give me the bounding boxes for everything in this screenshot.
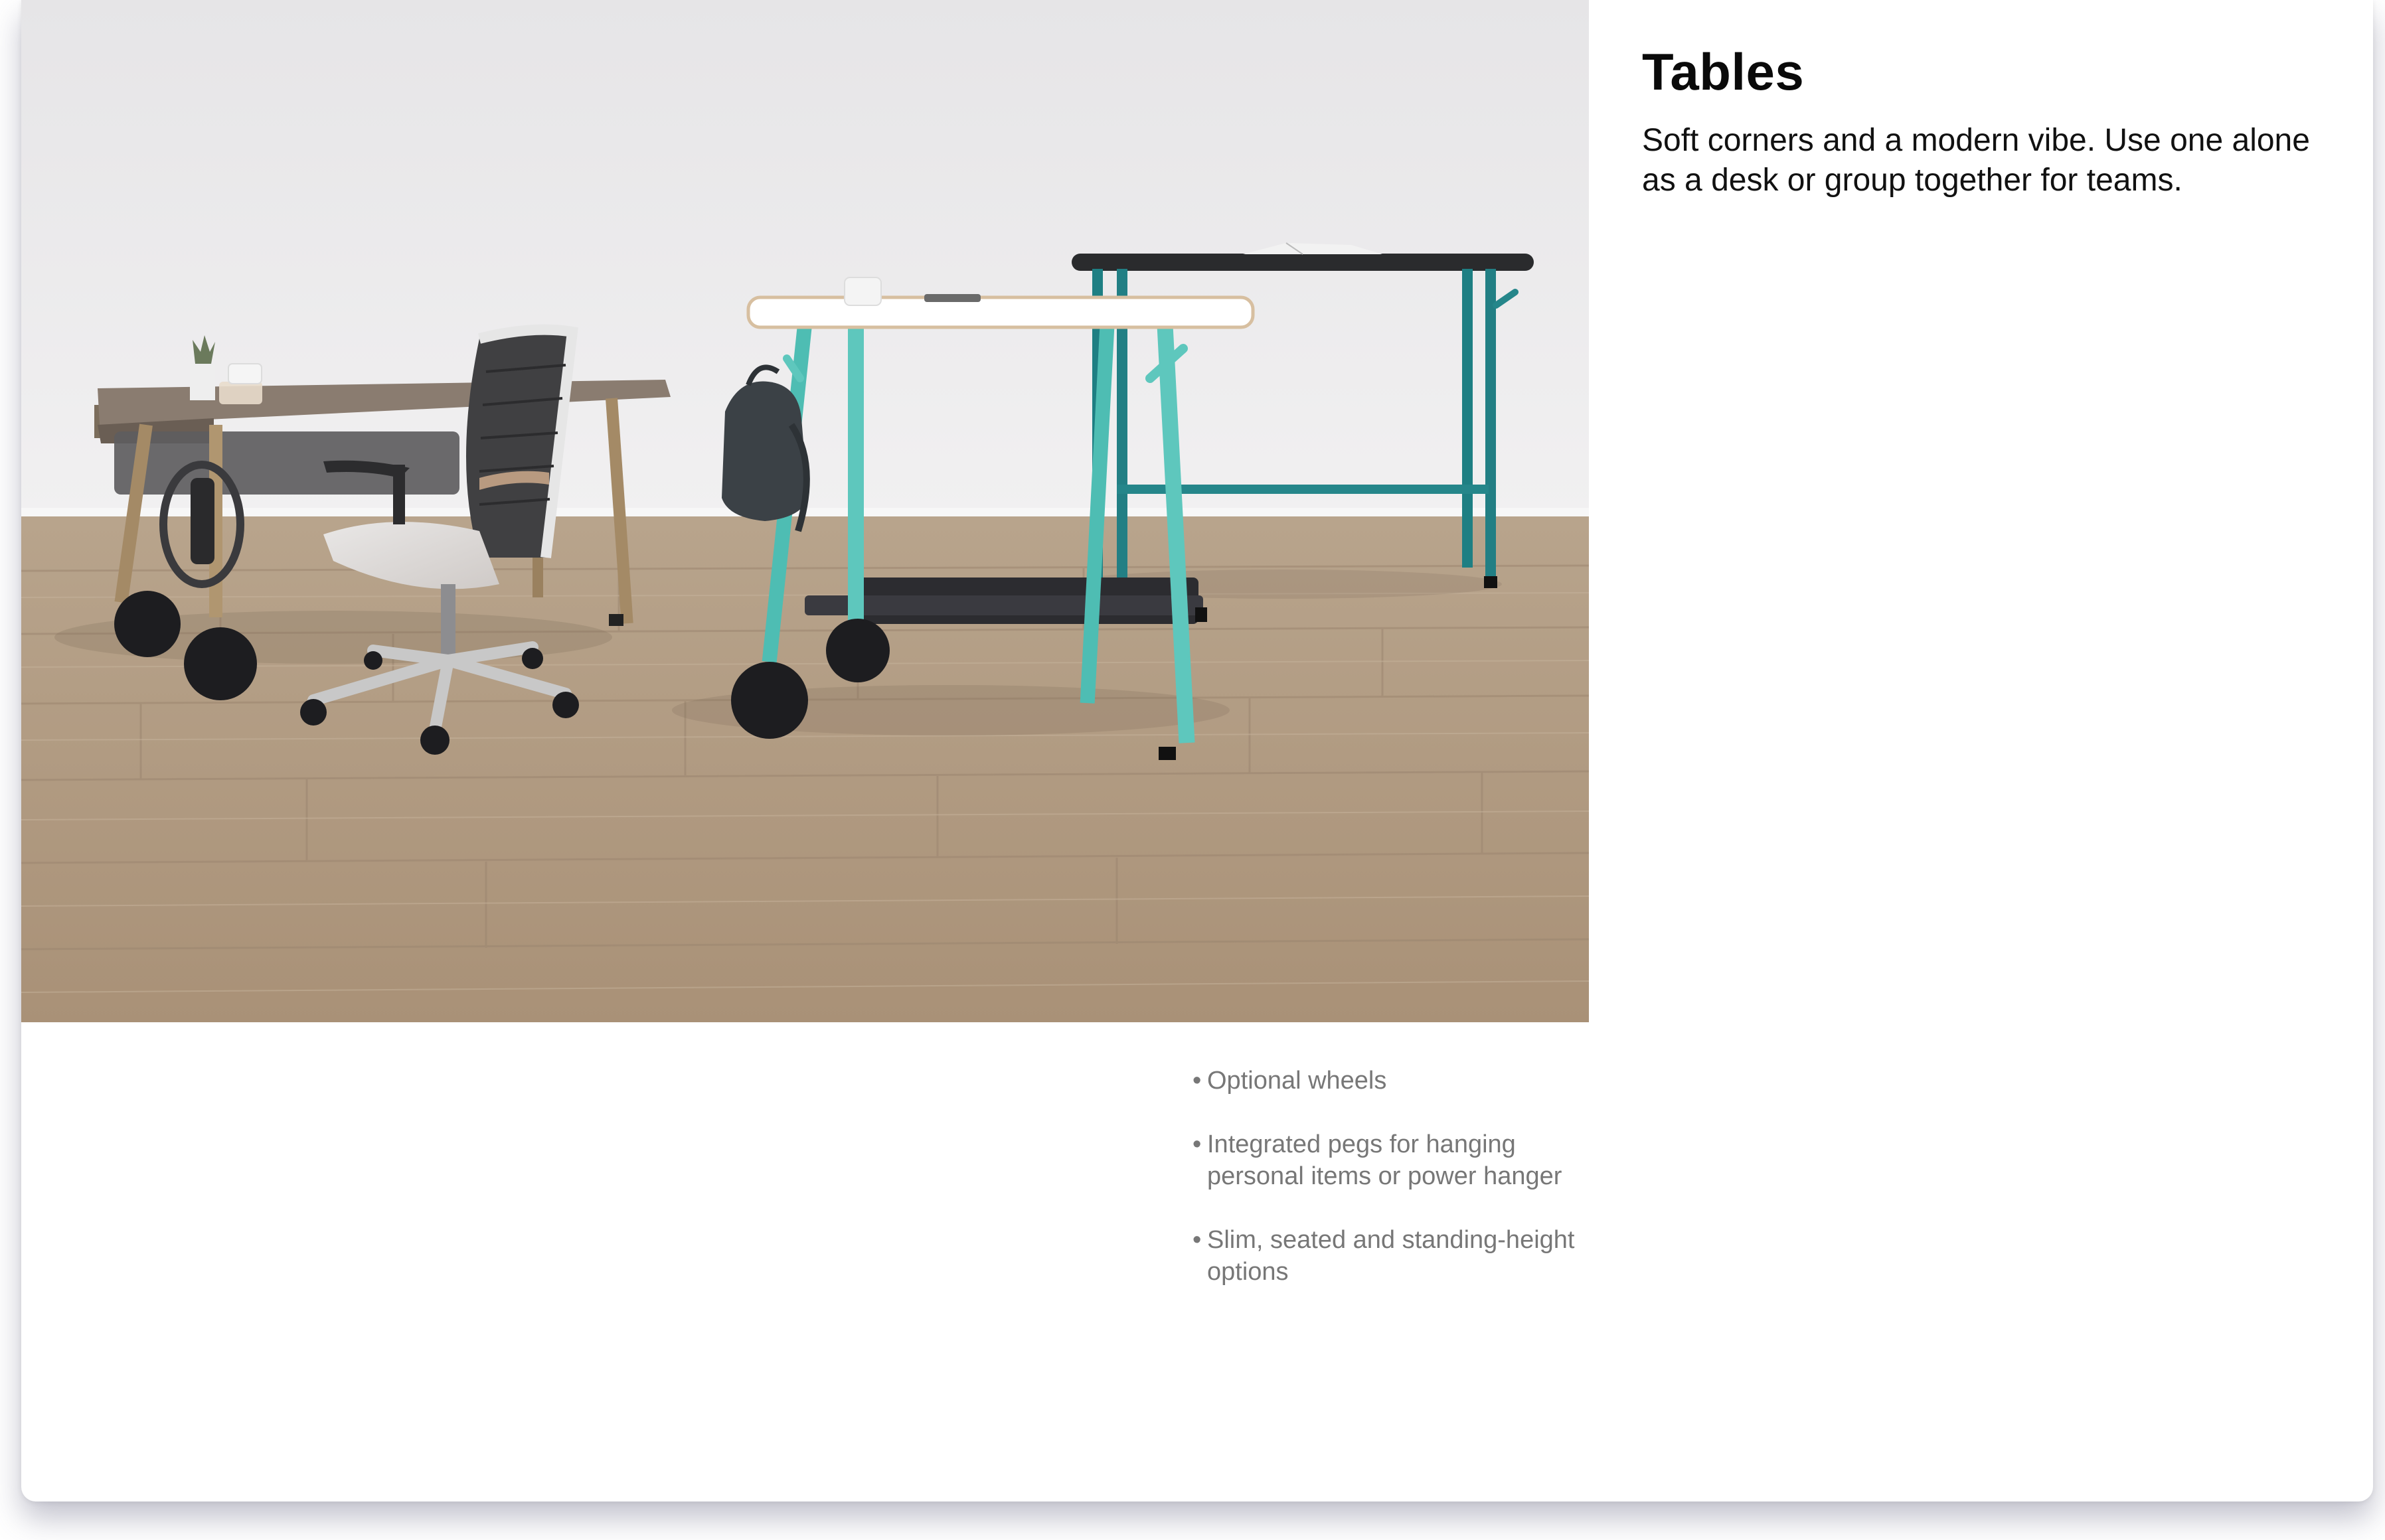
feature-item-wheels: Optional wheels — [1192, 1065, 1591, 1097]
feature-item-pegs: Integrated pegs for hanging personal ite… — [1192, 1128, 1591, 1192]
product-photo — [21, 0, 1589, 1022]
feature-list: Optional wheels Integrated pegs for hang… — [1192, 1065, 1591, 1320]
page-title: Tables — [1642, 42, 1805, 101]
page-subtitle: Soft corners and a modern vibe. Use one … — [1642, 123, 2310, 198]
text-panel: Tables Soft corners and a modern vibe. U… — [1642, 40, 2333, 200]
feature-item-heights: Slim, seated and standing-height options — [1192, 1224, 1591, 1288]
photo-illustration — [21, 0, 1589, 1022]
product-card: Tables Soft corners and a modern vibe. U… — [21, 0, 2373, 1502]
